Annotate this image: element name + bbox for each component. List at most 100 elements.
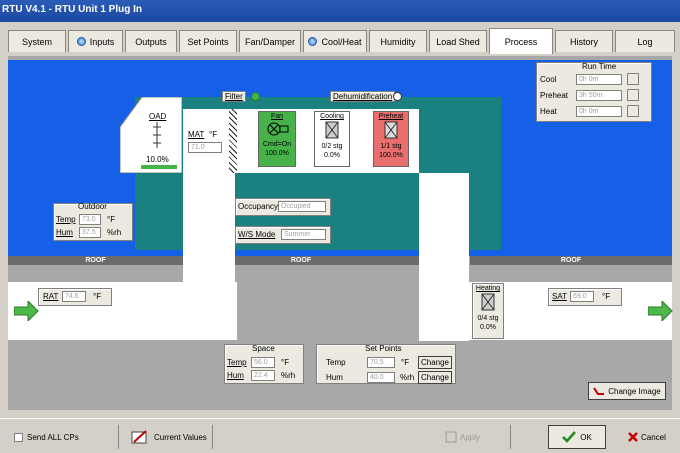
return-riser [183,173,235,340]
run-time-preheat-field: 3h 50m [576,90,622,101]
tab-system[interactable]: System [8,30,66,52]
fan-label: Fan [270,113,284,120]
fan-status: Cmd=On [262,141,292,148]
reset-cool-runtime-button[interactable] [627,73,639,85]
preheat-coil-icon [384,121,398,139]
run-time-preheat-label: Preheat [540,91,569,100]
run-time-cool-label: Cool [540,75,557,84]
set-point-hum-label: Hum [326,373,343,382]
status-dot-icon [76,37,86,46]
fan-speed: 100.0% [265,150,289,157]
set-point-hum-unit: %rh [400,373,415,382]
supply-duct [419,282,672,340]
outdoor-temp-field: 73.0 [79,214,101,225]
current-values-button[interactable]: Current Values [130,427,210,447]
heating-stages: 0/4 stg [477,315,499,322]
fan-component[interactable]: Fan Cmd=On 100.0% [258,111,296,167]
tab-log[interactable]: Log [615,30,675,52]
send-all-cps-label: Send ALL CPs [27,433,79,442]
mat-unit: °F [209,130,218,139]
outdoor-title: Outdoor [78,202,107,211]
footer-divider [118,425,119,449]
run-time-cool-field: 0h 0m [576,74,622,85]
apply-button[interactable]: Apply [445,427,505,447]
preheat-component[interactable]: Preheat 1/1 stg 100.0% [373,111,409,167]
cooling-label: Cooling [320,113,344,120]
run-time-heat-label: Heat [540,107,557,116]
apply-icon [445,431,457,443]
cooling-component[interactable]: Cooling 0/2 stg 0.0% [314,111,350,167]
oad-position-bar [141,165,177,169]
cooling-coil-icon [325,121,339,139]
tab-fan-damper[interactable]: Fan/Damper [239,30,301,52]
heating-component[interactable]: Heating 0/4 stg 0.0% [472,283,504,339]
tab-cool-heat[interactable]: Cool/Heat [303,30,367,52]
preheat-label: Preheat [378,113,404,120]
mat-value-field: 71.0 [188,142,222,153]
set-point-temp-unit: °F [401,358,410,367]
heating-percent: 0.0% [480,324,496,331]
outdoor-temp-label: Temp [56,215,76,224]
damper-icon [153,122,161,148]
heating-coil-icon [481,293,495,311]
mixing-chamber [183,109,229,173]
set-point-hum-field[interactable]: 40.0 [367,372,395,383]
cooling-stages: 0/2 stg [321,143,343,150]
tab-set-points[interactable]: Set Points [179,30,237,52]
filter-status-icon [251,92,260,101]
mat-label: MAT [188,130,205,139]
change-image-button[interactable]: Change Image [588,382,666,400]
set-point-temp-field[interactable]: 70.5 [367,357,395,368]
dehumidification-label: Dehumidification [330,91,396,102]
sat-field: 69.0 [570,291,594,302]
current-values-icon [131,430,147,444]
outdoor-temp-unit: °F [107,215,116,224]
heating-label: Heating [475,285,501,292]
change-hum-set-point-button[interactable]: Change [418,371,452,384]
space-title: Space [252,344,275,353]
rtu-right-leg [469,173,501,250]
tab-process[interactable]: Process [489,28,553,54]
supply-air-arrow-icon [648,301,673,321]
status-dot-icon [308,37,318,46]
run-time-title: Run Time [582,62,617,71]
checkmark-icon [562,431,577,443]
space-temp-label: Temp [227,358,247,367]
ws-mode-label: W/S Mode [238,230,276,239]
space-hum-unit: %rh [281,371,296,380]
tab-inputs[interactable]: Inputs [68,30,123,52]
outdoor-hum-field: 37.5 [79,227,101,238]
sat-unit: °F [602,292,611,301]
footer-bar: Send ALL CPs Current Values Apply OK Can… [0,418,680,453]
change-image-icon [593,387,605,395]
run-time-heat-field: 0h 0m [576,106,622,117]
ok-button[interactable]: OK [548,425,606,449]
outdoor-hum-unit: %rh [107,228,122,237]
send-all-cps-checkbox[interactable] [14,433,23,442]
roof-label-right: ROOF [470,256,672,265]
space-hum-label: Hum [227,371,244,380]
return-air-arrow-icon [14,301,39,321]
tab-outputs[interactable]: Outputs [125,30,177,52]
window-title: RTU V4.1 - RTU Unit 1 Plug In [0,0,680,22]
footer-divider [212,425,213,449]
reset-heat-runtime-button[interactable] [627,105,639,117]
roof-label-left: ROOF [8,256,183,265]
set-points-title: Set Points [365,344,402,353]
preheat-stages: 1/1 stg [380,143,402,150]
tab-humidity[interactable]: Humidity [369,30,427,52]
ws-mode-field: Summer [281,229,326,240]
fan-icon [267,122,289,136]
oad-value: 10.0% [146,155,169,164]
preheat-percent: 100.0% [379,152,403,159]
rtu-left-leg [135,173,183,250]
occupancy-label: Occupancy [238,202,279,211]
tab-history[interactable]: History [555,30,613,52]
space-hum-field: 22.4 [251,370,275,381]
cancel-button[interactable]: Cancel [628,427,678,447]
dehumidification-status-icon [393,92,402,101]
reset-preheat-runtime-button[interactable] [627,89,639,101]
filter-label: Filter [222,91,246,102]
tab-load-shed[interactable]: Load Shed [429,30,487,52]
change-temp-set-point-button[interactable]: Change [418,356,452,369]
